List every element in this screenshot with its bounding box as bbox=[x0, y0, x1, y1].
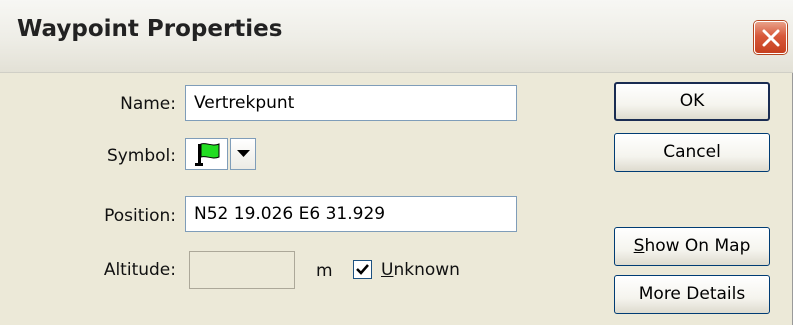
close-icon bbox=[762, 29, 780, 47]
symbol-label: Symbol: bbox=[106, 146, 176, 166]
unknown-label-mnemonic: U bbox=[381, 260, 394, 280]
ok-button[interactable]: OK bbox=[614, 82, 770, 121]
altitude-label: Altitude: bbox=[103, 260, 176, 280]
position-label: Position: bbox=[104, 206, 176, 226]
title-bar[interactable]: Waypoint Properties bbox=[0, 0, 793, 73]
unknown-checkbox[interactable] bbox=[353, 260, 372, 279]
more-details-button[interactable]: More Details bbox=[614, 275, 770, 314]
close-button[interactable] bbox=[754, 21, 787, 54]
symbol-picker[interactable] bbox=[185, 138, 228, 170]
cancel-button[interactable]: Cancel bbox=[614, 133, 770, 172]
altitude-unit: m bbox=[316, 261, 333, 281]
name-field[interactable]: Vertrekpunt bbox=[185, 85, 517, 121]
show-on-map-label: how On Map bbox=[644, 236, 751, 256]
show-on-map-mnemonic: S bbox=[633, 236, 645, 256]
checkmark-icon bbox=[356, 264, 369, 275]
altitude-field[interactable] bbox=[189, 251, 295, 289]
chevron-down-icon bbox=[237, 150, 250, 157]
waypoint-properties-dialog: Waypoint Properties Name: Vertrekpunt Sy… bbox=[0, 0, 793, 325]
green-flag-icon bbox=[195, 143, 220, 166]
unknown-label[interactable]: Unknown bbox=[381, 260, 460, 280]
name-label: Name: bbox=[120, 94, 176, 114]
show-on-map-button[interactable]: Show On Map bbox=[614, 227, 770, 266]
symbol-dropdown-button[interactable] bbox=[230, 138, 256, 170]
position-field[interactable]: N52 19.026 E6 31.929 bbox=[185, 196, 517, 232]
unknown-label-rest: nknown bbox=[393, 260, 460, 280]
dialog-title: Waypoint Properties bbox=[17, 16, 283, 42]
